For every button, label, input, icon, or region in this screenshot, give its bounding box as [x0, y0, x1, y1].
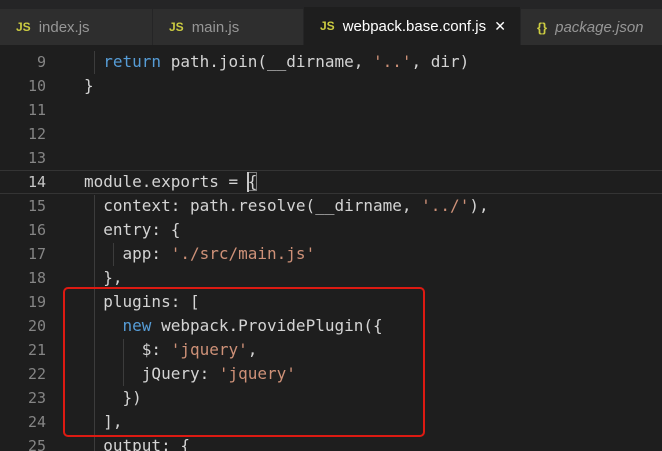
braces-icon: {} — [537, 19, 548, 35]
line-number[interactable]: 10 — [0, 74, 46, 98]
code-text: context: path.resolve(__dirname, '../'), — [84, 196, 489, 215]
line-number[interactable]: 20 — [0, 314, 46, 338]
line-number[interactable]: 12 — [0, 122, 46, 146]
tab-package-json[interactable]: {} package.json — [520, 9, 662, 45]
tab-close-button[interactable]: ✕ — [490, 17, 510, 35]
tab-label: package.json — [555, 18, 644, 36]
tab-label: main.js — [191, 18, 240, 36]
code-text: ], — [84, 412, 123, 431]
line-number[interactable]: 16 — [0, 218, 46, 242]
code-line[interactable]: 14 module.exports = { — [0, 170, 662, 194]
code-line[interactable]: 9 return path.join(__dirname, '..', dir) — [0, 50, 662, 74]
code-line[interactable]: 24 ], — [0, 410, 662, 434]
code-line[interactable]: 16 entry: { — [0, 218, 662, 242]
code-text: $: 'jquery', — [84, 340, 258, 359]
code-text: }, — [84, 268, 123, 287]
line-number[interactable]: 11 — [0, 98, 46, 122]
code-text: plugins: [ — [84, 292, 200, 311]
line-number[interactable]: 25 — [0, 434, 46, 451]
tab-main-js[interactable]: JS main.js — [152, 9, 303, 45]
code-text: app: './src/main.js' — [84, 244, 316, 263]
code-text: entry: { — [84, 220, 181, 239]
code-text: new webpack.ProvidePlugin({ — [122, 316, 383, 335]
code-editor: 9 return path.join(__dirname, '..', dir)… — [0, 45, 662, 451]
code-line[interactable]: 15 context: path.resolve(__dirname, '../… — [0, 194, 662, 218]
line-number[interactable]: 24 — [0, 410, 46, 434]
code-line[interactable]: 19 plugins: [ — [0, 290, 662, 314]
line-number[interactable]: 18 — [0, 266, 46, 290]
code-text: } — [84, 76, 94, 95]
code-line[interactable]: 25 output: { — [0, 434, 662, 451]
line-number[interactable]: 13 — [0, 146, 46, 170]
code-text: module.exports = { — [84, 172, 258, 191]
line-number[interactable]: 21 — [0, 338, 46, 362]
code-line[interactable]: 21 $: 'jquery', — [0, 338, 662, 362]
code-line[interactable]: 13 — [0, 146, 662, 170]
js-icon: JS — [169, 20, 184, 34]
js-icon: JS — [16, 20, 31, 34]
code-text: }) — [84, 388, 142, 407]
tab-label: webpack.base.conf.js — [342, 17, 487, 35]
line-number[interactable]: 9 — [0, 50, 46, 74]
tab-index-js[interactable]: JS index.js — [0, 9, 152, 45]
line-number[interactable]: 23 — [0, 386, 46, 410]
line-number[interactable]: 15 — [0, 194, 46, 218]
close-icon: ✕ — [494, 18, 506, 34]
line-number[interactable]: 22 — [0, 362, 46, 386]
code-line[interactable]: 22 jQuery: 'jquery' — [0, 362, 662, 386]
code-text: output: { — [84, 436, 190, 451]
code-text: return path.join(__dirname, '..', dir) — [103, 52, 470, 71]
line-number[interactable]: 14 — [0, 170, 46, 194]
code-rows: 9 return path.join(__dirname, '..', dir)… — [0, 50, 662, 451]
js-icon: JS — [320, 19, 335, 33]
code-line[interactable]: 17 app: './src/main.js' — [0, 242, 662, 266]
code-text: jQuery: 'jquery' — [84, 364, 296, 383]
code-line[interactable]: 20 new webpack.ProvidePlugin({ — [0, 314, 662, 338]
line-number[interactable]: 17 — [0, 242, 46, 266]
code-line[interactable]: 11 — [0, 98, 662, 122]
tab-webpack-base-conf-js[interactable]: JS webpack.base.conf.js ✕ — [303, 7, 520, 45]
code-line[interactable]: 12 — [0, 122, 662, 146]
code-line[interactable]: 18 }, — [0, 266, 662, 290]
code-line[interactable]: 23 }) — [0, 386, 662, 410]
line-number[interactable]: 19 — [0, 290, 46, 314]
tab-bar: JS index.js JS main.js JS webpack.base.c… — [0, 0, 662, 45]
tab-label: index.js — [38, 18, 90, 36]
code-line[interactable]: 10} — [0, 74, 662, 98]
